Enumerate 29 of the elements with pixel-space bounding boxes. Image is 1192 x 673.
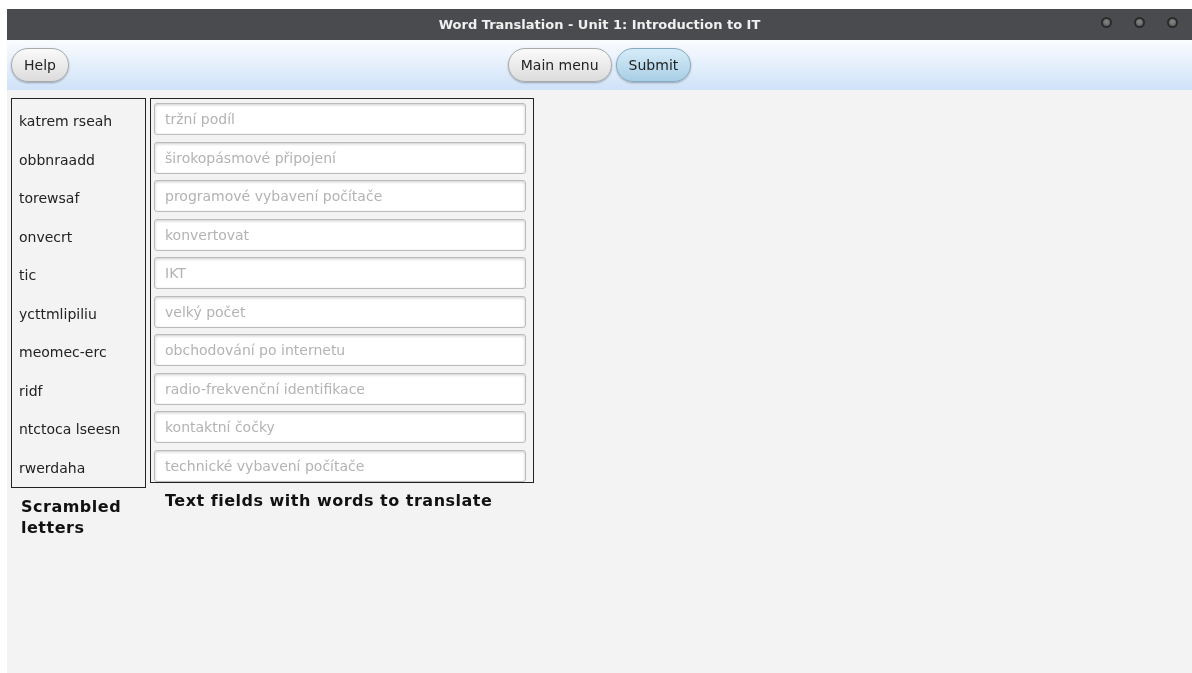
translation-field[interactable]: širokopásmové připojení — [154, 141, 526, 174]
main-menu-button[interactable]: Main menu — [507, 48, 612, 82]
help-button[interactable]: Help — [11, 48, 69, 82]
translation-field[interactable]: obchodování po internetu — [154, 334, 526, 366]
scrambled-word: onvecrt — [18, 227, 74, 247]
scrambled-word: ridf — [18, 381, 44, 401]
scrambled-word: obbnraadd — [18, 150, 96, 170]
translation-field[interactable]: technické vybavení počítače — [154, 449, 526, 482]
scrambled-word: katrem rseah — [18, 112, 114, 131]
window-control-icon[interactable] — [1134, 17, 1145, 28]
translation-field[interactable]: radio-frekvenční identifikace — [154, 372, 526, 405]
translation-field[interactable]: kontaktní čočky — [154, 411, 526, 443]
scrambled-word: meomec-erc — [18, 343, 108, 362]
scrambled-word: torewsaf — [18, 189, 81, 208]
scrambled-word: rwerdaha — [18, 458, 87, 478]
submit-button[interactable]: Submit — [615, 48, 692, 82]
window-title: Word Translation - Unit 1: Introduction to IT — [438, 17, 761, 32]
scrambled-word: ycttmlipiliu — [18, 304, 98, 324]
caption: Text fields with words to translate — [164, 490, 494, 510]
translation-field[interactable]: velký počet — [154, 295, 526, 328]
translation-field[interactable]: IKT — [154, 257, 526, 289]
scrambled-word: tic — [18, 266, 38, 285]
translation-field[interactable]: programové vybavení počítače — [154, 180, 526, 212]
translation-field[interactable]: konvertovat — [154, 218, 526, 251]
caption: Scrambled letters — [20, 496, 123, 538]
window-control-icon[interactable] — [1101, 17, 1112, 28]
scrambled-word: ntctoca lseesn — [18, 420, 122, 439]
window-control-icon[interactable] — [1167, 17, 1178, 28]
translation-field[interactable]: tržní podíl — [154, 103, 526, 135]
